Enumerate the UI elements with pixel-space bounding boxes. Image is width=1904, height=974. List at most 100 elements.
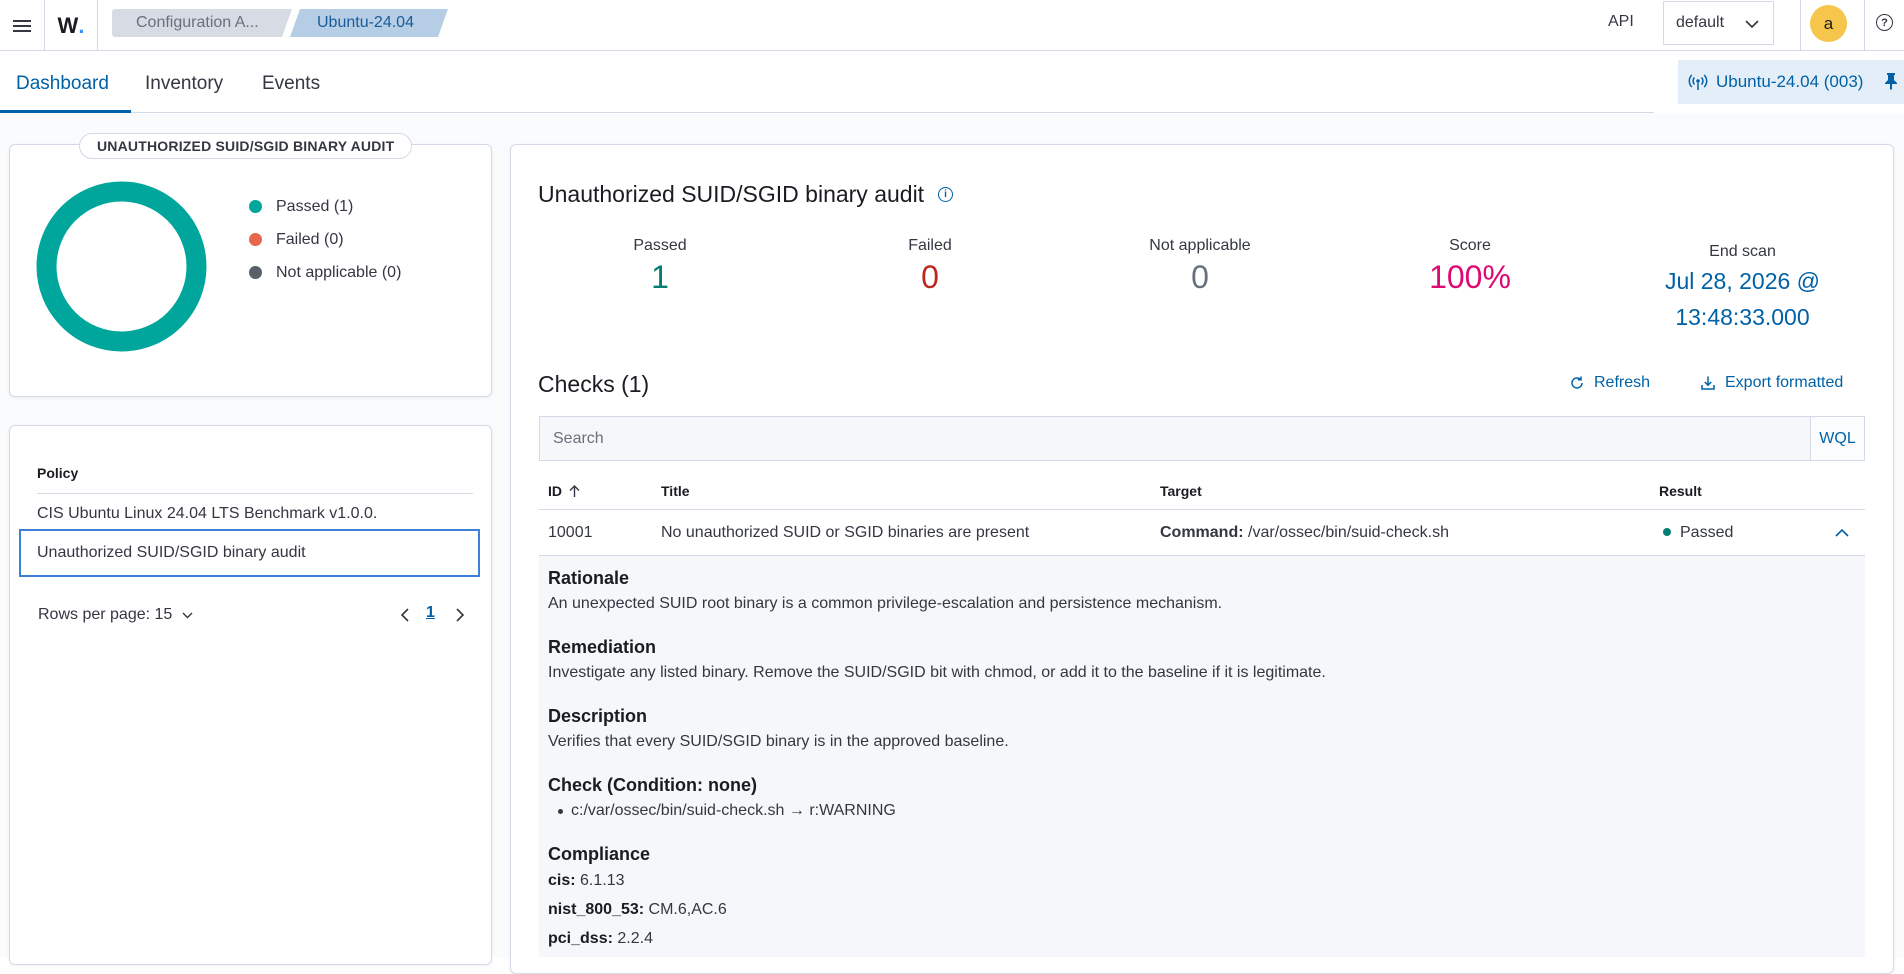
rows-per-page-label: Rows per page: 15 bbox=[38, 606, 173, 623]
search-bar: WQL bbox=[539, 416, 1865, 461]
refresh-icon bbox=[1571, 376, 1583, 389]
tab-dashboard[interactable]: Dashboard bbox=[16, 73, 109, 95]
search-input[interactable] bbox=[540, 417, 1810, 460]
legend-dot bbox=[249, 200, 262, 213]
tab-events[interactable]: Events bbox=[262, 73, 320, 95]
end-scan-time: 13:48:33.000 bbox=[1675, 304, 1810, 330]
summary-panel-title: UNAUTHORIZED SUID/SGID BINARY AUDIT bbox=[79, 133, 413, 159]
index-pattern-value: default bbox=[1676, 14, 1725, 31]
wql-button[interactable]: WQL bbox=[1810, 417, 1864, 460]
index-pattern-select[interactable]: default bbox=[1663, 1, 1774, 45]
stat-value: 0 bbox=[1191, 259, 1209, 295]
pinned-agent-label: Ubuntu-24.04 (003) bbox=[1716, 72, 1864, 91]
policy-column-header[interactable]: Policy bbox=[37, 465, 78, 481]
legend-label: Not applicable (0) bbox=[276, 263, 402, 281]
legend-dot bbox=[249, 233, 262, 246]
donut-passed-segment[interactable] bbox=[36, 181, 207, 352]
end-scan-date: Jul 28, 2026 @ bbox=[1664, 268, 1821, 294]
refresh-button[interactable]: Refresh bbox=[1569, 374, 1650, 392]
stat-failed: Failed 0 bbox=[870, 237, 990, 296]
tab-bar: Dashboard Inventory Events bbox=[0, 51, 1654, 113]
policy-row-cis-benchmark[interactable]: CIS Ubuntu Linux 24.04 LTS Benchmark v1.… bbox=[37, 505, 473, 523]
stat-not-applicable: Not applicable 0 bbox=[1130, 237, 1270, 296]
column-header-label: ID bbox=[548, 483, 562, 499]
compliance-value: 6.1.13 bbox=[580, 872, 625, 889]
hamburger-icon bbox=[13, 19, 31, 32]
compliance-value: 2.2.4 bbox=[617, 930, 653, 947]
help-icon[interactable]: ? bbox=[1876, 14, 1893, 31]
legend-item-passed[interactable]: Passed (1) bbox=[249, 190, 401, 223]
compliance-item: cis: 6.1.13 bbox=[548, 872, 625, 890]
legend-dot bbox=[249, 266, 262, 279]
legend-item-failed[interactable]: Failed (0) bbox=[249, 223, 401, 256]
pin-icon[interactable] bbox=[1884, 72, 1898, 90]
check-result: Passed bbox=[1663, 524, 1733, 542]
stat-value: 1 bbox=[651, 259, 669, 295]
legend-item-not-applicable[interactable]: Not applicable (0) bbox=[249, 256, 401, 289]
column-header-result[interactable]: Result bbox=[1659, 483, 1702, 499]
api-link[interactable]: API bbox=[1608, 13, 1634, 31]
target-label: Command: bbox=[1160, 524, 1244, 541]
remediation-heading: Remediation bbox=[548, 637, 657, 657]
checks-title: Checks (1) bbox=[538, 371, 650, 397]
donut-legend: Passed (1) Failed (0) Not applicable (0) bbox=[249, 190, 401, 289]
rationale-text: An unexpected SUID root binary is a comm… bbox=[548, 595, 1223, 612]
stat-label: End scan bbox=[1709, 243, 1776, 260]
header-divider bbox=[1800, 0, 1801, 51]
chevron-right-icon[interactable] bbox=[450, 605, 468, 625]
column-header-id[interactable]: ID bbox=[548, 483, 581, 499]
header-divider bbox=[1864, 0, 1865, 51]
stat-end-scan: End scan Jul 28, 2026 @ 13:48:33.000 bbox=[1640, 243, 1845, 335]
chevron-left-icon[interactable] bbox=[397, 605, 415, 625]
stat-label: Passed bbox=[633, 237, 687, 254]
rationale-heading: Rationale bbox=[548, 568, 630, 588]
stat-label: Not applicable bbox=[1149, 237, 1251, 254]
compliance-key: nist_800_53: bbox=[548, 901, 645, 918]
remediation-text: Investigate any listed binary. Remove th… bbox=[548, 664, 1326, 681]
stat-value: 100% bbox=[1429, 259, 1511, 295]
page-number[interactable]: 1 bbox=[426, 604, 435, 622]
export-formatted-button[interactable]: Export formatted bbox=[1700, 374, 1843, 392]
top-header: W. Configuration A... Ubuntu-24.04 API d… bbox=[0, 0, 1904, 51]
description-heading: Description bbox=[548, 706, 648, 726]
check-id: 10001 bbox=[548, 524, 593, 541]
logo-letter: W bbox=[57, 12, 79, 38]
download-icon bbox=[1701, 376, 1715, 390]
expanded-check-details bbox=[539, 556, 1865, 957]
divider bbox=[539, 509, 1865, 510]
chevron-down-icon bbox=[182, 612, 193, 619]
compliance-item: nist_800_53: CM.6,AC.6 bbox=[548, 901, 727, 919]
breadcrumb-agent[interactable]: Ubuntu-24.04 bbox=[290, 9, 448, 37]
policy-row-suid-audit[interactable]: Unauthorized SUID/SGID binary audit bbox=[19, 529, 480, 577]
policy-title: Unauthorized SUID/SGID binary audit bbox=[538, 181, 925, 207]
pinned-agent-button[interactable]: Ubuntu-24.04 (003) bbox=[1678, 60, 1904, 104]
user-avatar[interactable]: a bbox=[1810, 5, 1847, 42]
chevron-down-icon bbox=[1745, 20, 1759, 29]
rows-per-page-select[interactable]: Rows per page: 15 bbox=[38, 606, 193, 624]
column-header-title[interactable]: Title bbox=[661, 483, 690, 499]
chevron-up-icon[interactable] bbox=[1834, 527, 1850, 539]
compliance-key: pci_dss: bbox=[548, 930, 613, 947]
compliance-key: cis: bbox=[548, 872, 576, 889]
target-value: /var/ossec/bin/suid-check.sh bbox=[1248, 524, 1449, 541]
breadcrumb: Configuration A... Ubuntu-24.04 bbox=[112, 9, 448, 37]
legend-label: Passed (1) bbox=[276, 197, 354, 215]
app-logo[interactable]: W. bbox=[45, 0, 98, 51]
tab-inventory[interactable]: Inventory bbox=[145, 73, 223, 95]
menu-toggle-button[interactable] bbox=[0, 0, 45, 51]
breadcrumb-configuration-assessment[interactable]: Configuration A... bbox=[112, 9, 292, 37]
stat-score: Score 100% bbox=[1410, 237, 1530, 296]
results-donut-chart bbox=[36, 181, 207, 352]
compliance-item: pci_dss: 2.2.4 bbox=[548, 930, 653, 948]
check-rule: c:/var/ossec/bin/suid-check.sh → r:WARNI… bbox=[571, 802, 896, 819]
export-label: Export formatted bbox=[1725, 374, 1844, 391]
stat-label: Failed bbox=[908, 237, 952, 254]
info-icon[interactable]: i bbox=[938, 187, 953, 202]
stat-passed: Passed 1 bbox=[600, 237, 720, 296]
description-text: Verifies that every SUID/SGID binary is … bbox=[548, 733, 1009, 750]
column-header-target[interactable]: Target bbox=[1160, 483, 1202, 499]
stat-value: Jul 28, 2026 @ 13:48:33.000 bbox=[1640, 263, 1845, 335]
legend-label: Failed (0) bbox=[276, 230, 344, 248]
logo-dot: . bbox=[78, 12, 85, 38]
compliance-heading: Compliance bbox=[548, 844, 651, 864]
